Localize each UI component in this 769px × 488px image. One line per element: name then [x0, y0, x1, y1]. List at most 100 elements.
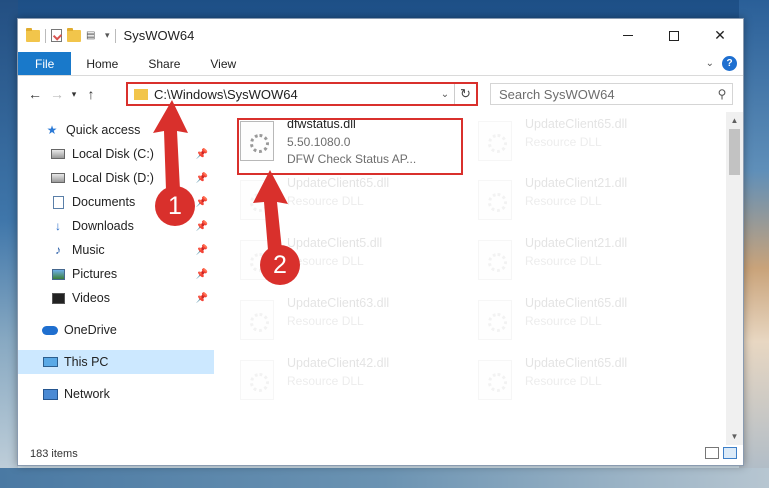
- maximize-button[interactable]: [651, 19, 697, 52]
- new-folder-icon[interactable]: [67, 27, 81, 42]
- chevron-down-icon[interactable]: ⌄: [436, 89, 454, 100]
- dll-file-icon: [478, 360, 512, 400]
- tiles-view-icon[interactable]: [723, 447, 737, 459]
- ribbon-right-controls: ⌄ ?: [706, 56, 737, 71]
- maximize-icon: [669, 30, 679, 41]
- address-path[interactable]: C:\Windows\SysWOW64: [154, 87, 436, 102]
- file-item[interactable]: UpdateClient63.dll Resource DLL: [240, 296, 460, 354]
- file-name: UpdateClient42.dll: [287, 356, 390, 370]
- file-description: Resource DLL: [287, 314, 364, 328]
- search-input[interactable]: Search SysWOW64 ⚲: [490, 83, 733, 105]
- highlight-box: [237, 118, 463, 175]
- refresh-button[interactable]: ↻: [454, 84, 476, 104]
- dll-file-icon: [240, 360, 274, 400]
- sidebar-item-label: Videos: [72, 291, 110, 305]
- search-placeholder: Search SysWOW64: [499, 86, 615, 102]
- file-item[interactable]: UpdateClient21.dll Resource DLL: [478, 236, 698, 294]
- file-item[interactable]: UpdateClient65.dll Resource DLL: [240, 176, 460, 234]
- file-description: Resource DLL: [525, 254, 602, 268]
- ribbon-tabs: File Home Share View ⌄ ?: [18, 52, 743, 76]
- recent-locations-button[interactable]: ▾: [68, 83, 80, 105]
- sidebar-item-music[interactable]: ♪ Music 📌: [18, 238, 214, 262]
- sidebar-item-local-disk-d[interactable]: Local Disk (D:) 📌: [18, 166, 214, 190]
- properties-icon[interactable]: [51, 29, 62, 42]
- documents-icon: [50, 195, 66, 209]
- file-description: Resource DLL: [525, 374, 602, 388]
- dll-file-icon: [478, 121, 512, 161]
- file-name: UpdateClient63.dll: [287, 296, 390, 310]
- divider: [114, 28, 116, 43]
- cloud-icon: [42, 323, 58, 337]
- sidebar-item-network[interactable]: Network: [18, 382, 214, 406]
- dll-file-icon: [478, 180, 512, 220]
- forward-button[interactable]: →: [46, 83, 68, 105]
- download-icon: ↓: [55, 219, 61, 233]
- tab-home[interactable]: Home: [71, 52, 133, 75]
- file-item[interactable]: UpdateClient42.dll Resource DLL: [240, 356, 460, 414]
- customize-toolbar-icon[interactable]: ▤: [86, 30, 100, 42]
- file-name: UpdateClient65.dll: [525, 296, 628, 310]
- view-toggle: [705, 447, 737, 459]
- desktop-background-left: [0, 0, 18, 488]
- sidebar-item-label: Quick access: [66, 123, 141, 137]
- sidebar-item-videos[interactable]: Videos 📌: [18, 286, 214, 310]
- quick-access-toolbar: ▤ ▾: [18, 27, 116, 43]
- item-count: 183 items: [30, 448, 78, 460]
- pin-icon: 📌: [195, 268, 208, 280]
- details-view-icon[interactable]: [705, 447, 719, 459]
- dll-file-icon: [478, 240, 512, 280]
- sidebar-item-local-disk-c[interactable]: Local Disk (C:) 📌: [18, 142, 214, 166]
- scroll-up-button[interactable]: ▲: [726, 112, 743, 129]
- dll-file-icon: [240, 180, 274, 220]
- file-item[interactable]: UpdateClient65.dll Resource DLL: [478, 296, 698, 354]
- sidebar-item-label: This PC: [64, 355, 109, 369]
- dll-file-icon: [240, 300, 274, 340]
- navigation-pane: ★ Quick access Local Disk (C:) 📌 Local D…: [18, 112, 214, 422]
- expand-ribbon-icon[interactable]: ⌄: [706, 58, 714, 69]
- vertical-scrollbar[interactable]: ▲ ▼: [726, 112, 743, 445]
- sidebar-item-label: OneDrive: [64, 323, 117, 337]
- pin-icon: 📌: [195, 196, 208, 208]
- up-button[interactable]: ↑: [80, 83, 102, 105]
- address-bar[interactable]: C:\Windows\SysWOW64 ⌄ ↻: [126, 82, 478, 106]
- help-icon[interactable]: ?: [722, 56, 737, 71]
- sidebar-item-this-pc[interactable]: This PC: [18, 350, 214, 374]
- annotation-badge-2: 2: [260, 245, 300, 285]
- annotation-badge-1: 1: [155, 186, 195, 226]
- pictures-icon: [50, 267, 66, 281]
- folder-icon: [26, 27, 40, 42]
- sidebar-item-quick-access[interactable]: ★ Quick access: [18, 118, 214, 142]
- file-description: Resource DLL: [287, 374, 364, 388]
- file-name: UpdateClient21.dll: [525, 176, 628, 190]
- file-name: UpdateClient65.dll: [287, 176, 390, 190]
- tab-share[interactable]: Share: [133, 52, 195, 75]
- sidebar-item-label: Downloads: [72, 219, 134, 233]
- file-item[interactable]: UpdateClient65.dll Resource DLL: [478, 117, 698, 175]
- file-explorer-window: ▤ ▾ SysWOW64 ✕ File Home Share View ⌄ ? …: [17, 18, 744, 466]
- minimize-button[interactable]: [605, 19, 651, 52]
- network-icon: [42, 387, 58, 401]
- file-description: Resource DLL: [525, 135, 602, 149]
- file-name: UpdateClient21.dll: [525, 236, 628, 250]
- sidebar-item-pictures[interactable]: Pictures 📌: [18, 262, 214, 286]
- title-bar: ▤ ▾ SysWOW64 ✕: [18, 19, 743, 52]
- desktop-background-bottom: [0, 468, 769, 488]
- pin-icon: 📌: [195, 292, 208, 304]
- pin-icon: 📌: [195, 172, 208, 184]
- close-button[interactable]: ✕: [697, 19, 743, 52]
- back-button[interactable]: ←: [24, 83, 46, 105]
- disk-icon: [50, 147, 66, 161]
- file-item[interactable]: UpdateClient65.dll Resource DLL: [478, 356, 698, 414]
- tab-view[interactable]: View: [195, 52, 251, 75]
- star-icon: ★: [46, 123, 58, 137]
- sidebar-item-label: Pictures: [72, 267, 118, 281]
- divider: [45, 28, 46, 43]
- window-title: SysWOW64: [123, 28, 195, 43]
- folder-icon: [134, 88, 148, 100]
- scroll-thumb[interactable]: [729, 129, 740, 175]
- file-item[interactable]: UpdateClient21.dll Resource DLL: [478, 176, 698, 234]
- sidebar-item-onedrive[interactable]: OneDrive: [18, 318, 214, 342]
- sidebar-item-label: Network: [64, 387, 110, 401]
- tab-file[interactable]: File: [18, 52, 72, 75]
- chevron-down-icon[interactable]: ▾: [105, 30, 110, 41]
